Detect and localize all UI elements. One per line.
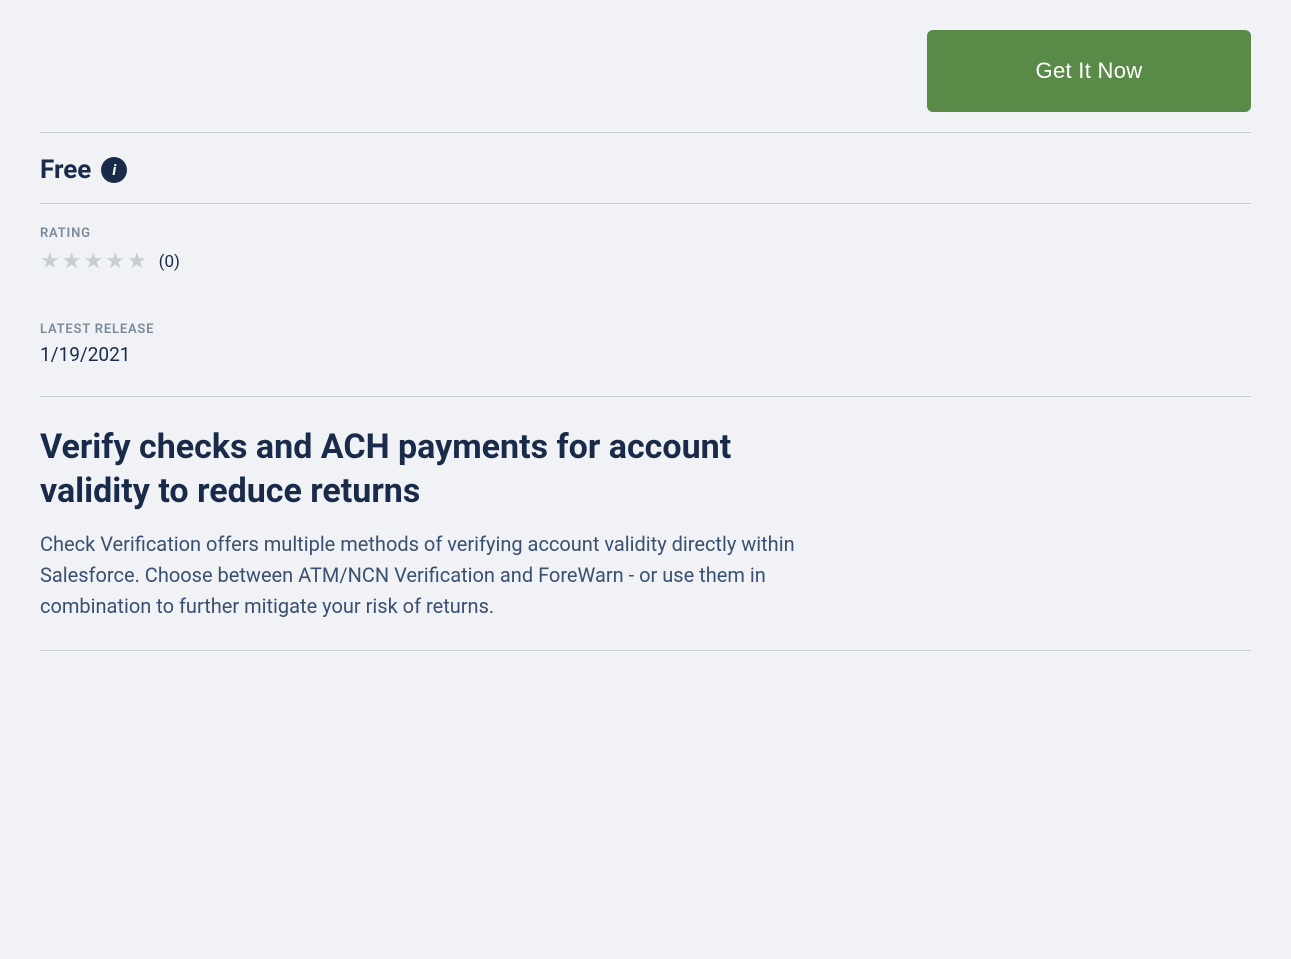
- latest-release-label: LATEST RELEASE: [40, 322, 1251, 337]
- star-1: ★: [40, 249, 60, 274]
- price-section: Free i: [20, 133, 1271, 203]
- rating-row: ★ ★ ★ ★ ★ (0): [40, 249, 1251, 274]
- star-2: ★: [62, 249, 82, 274]
- price-label: Free: [40, 155, 91, 185]
- stars-container: ★ ★ ★ ★ ★: [40, 249, 147, 274]
- page-container: Get It Now Free i RATING ★ ★ ★ ★ ★ (0) L…: [0, 0, 1291, 651]
- rating-count: (0): [159, 252, 180, 272]
- release-date: 1/19/2021: [40, 343, 1251, 366]
- top-section: Get It Now: [20, 0, 1271, 132]
- star-5: ★: [127, 249, 147, 274]
- description-section: Verify checks and ACH payments for accou…: [20, 397, 1271, 650]
- star-4: ★: [105, 249, 125, 274]
- info-icon[interactable]: i: [101, 157, 127, 183]
- description-body: Check Verification offers multiple metho…: [40, 529, 820, 622]
- rating-section: RATING ★ ★ ★ ★ ★ (0): [20, 204, 1271, 304]
- rating-label: RATING: [40, 226, 1251, 241]
- bottom-divider: [40, 650, 1251, 651]
- description-headline: Verify checks and ACH payments for accou…: [40, 425, 820, 513]
- get-it-now-button[interactable]: Get It Now: [927, 30, 1251, 112]
- star-3: ★: [83, 249, 103, 274]
- latest-release-section: LATEST RELEASE 1/19/2021: [20, 304, 1271, 396]
